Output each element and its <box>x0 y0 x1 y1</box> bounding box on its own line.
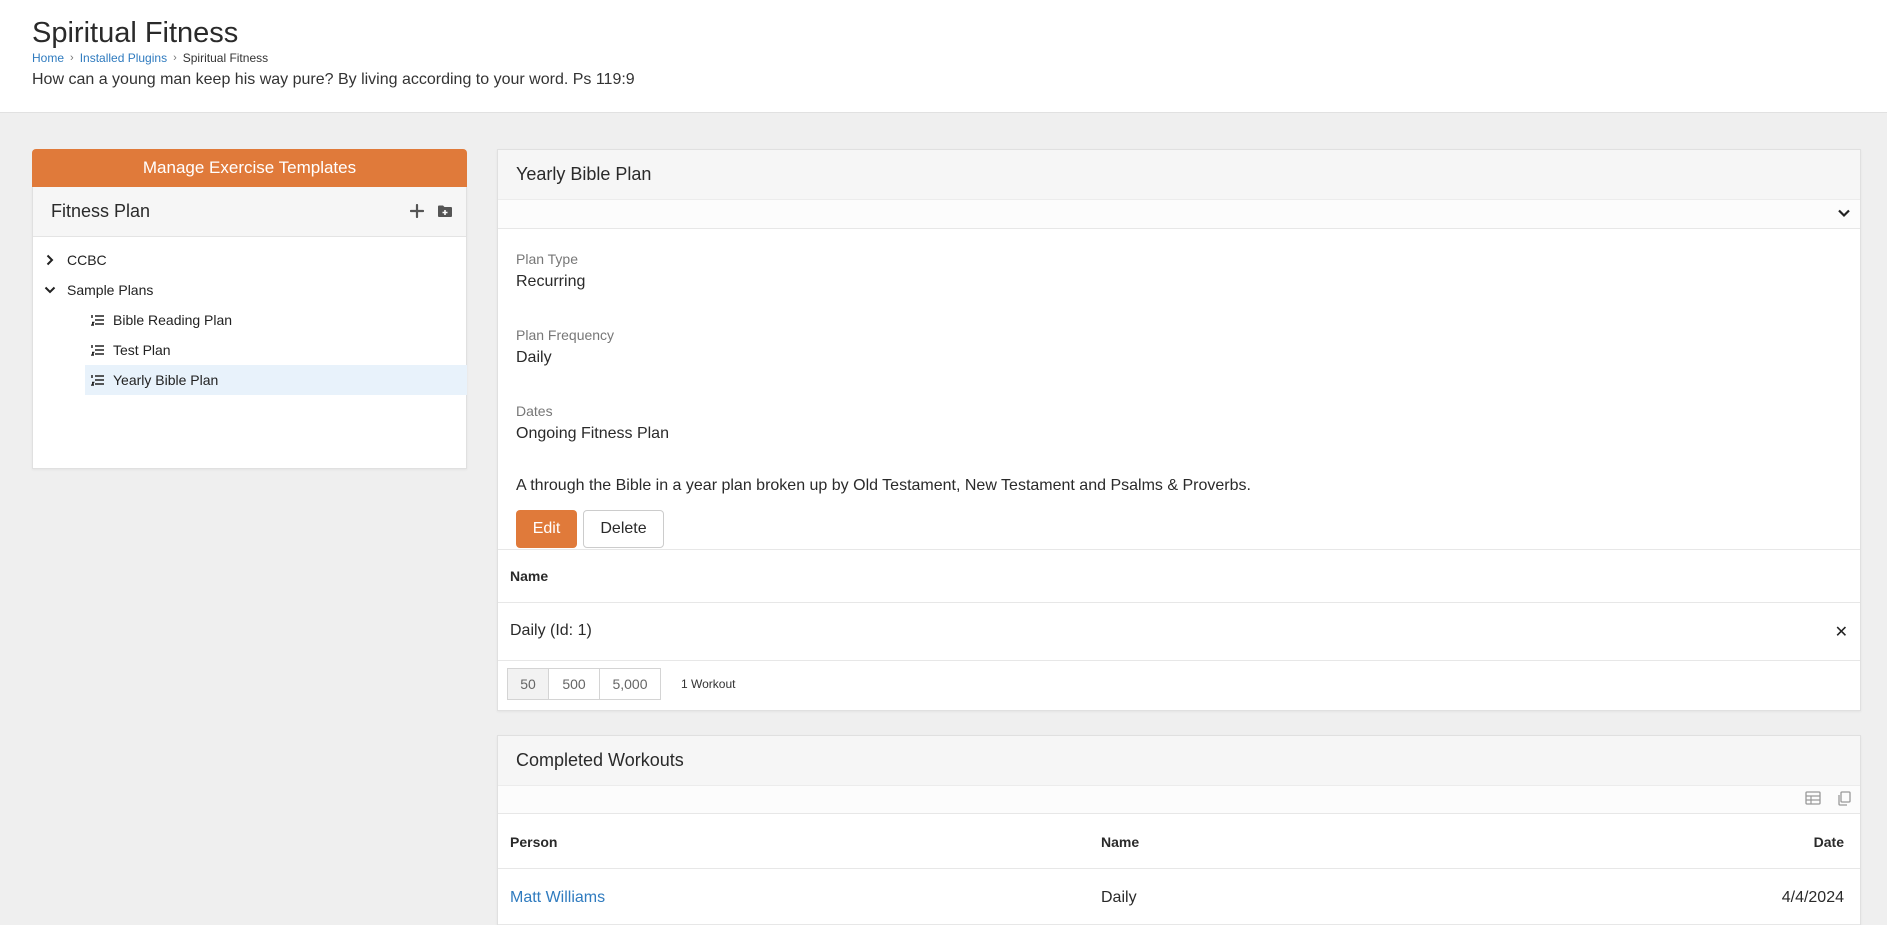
completed-workouts-grid-header: Person Name Date <box>498 814 1860 869</box>
completed-workouts-header: Completed Workouts <box>498 736 1860 786</box>
add-plan-button[interactable] <box>408 200 426 222</box>
column-header-person[interactable]: Person <box>510 834 557 850</box>
tree-item-ccbc[interactable]: CCBC <box>43 245 456 275</box>
plan-description: A through the Bible in a year plan broke… <box>516 477 1251 494</box>
dates-value: Ongoing Fitness Plan <box>516 425 669 442</box>
grid-toolbar <box>498 786 1860 814</box>
workout-name-cell: Daily (Id: 1) <box>510 622 592 639</box>
breadcrumb: Home › Installed Plugins › Spiritual Fit… <box>32 51 268 65</box>
table-icon[interactable] <box>1805 791 1821 811</box>
chevron-down-icon[interactable] <box>1836 205 1852 226</box>
completed-workouts-card: Completed Workouts Person Name Date Matt… <box>497 735 1861 925</box>
tree-item-label: CCBC <box>67 252 107 268</box>
tree-item-yearly-bible-plan[interactable]: Yearly Bible Plan <box>85 365 467 395</box>
page-description: How can a young man keep his way pure? B… <box>32 71 635 88</box>
item-count: 1 Workout <box>681 677 736 691</box>
plan-title: Yearly Bible Plan <box>516 164 652 184</box>
completed-workouts-title: Completed Workouts <box>516 750 684 770</box>
date-cell: 4/4/2024 <box>1781 889 1844 906</box>
tree-item-sample-plans[interactable]: Sample Plans <box>43 275 456 305</box>
tree-item-bible-reading-plan[interactable]: Bible Reading Plan <box>85 305 468 335</box>
manage-exercise-templates-button[interactable]: Manage Exercise Templates <box>32 149 467 187</box>
delete-button[interactable]: Delete <box>583 510 664 548</box>
page-header: Spiritual Fitness Home › Installed Plugi… <box>0 0 1887 113</box>
edit-button[interactable]: Edit <box>516 510 577 548</box>
person-link[interactable]: Matt Williams <box>510 889 605 907</box>
breadcrumb-installed-plugins[interactable]: Installed Plugins <box>80 51 167 65</box>
tree-title: Fitness Plan <box>51 201 151 221</box>
tree-item-label: Sample Plans <box>67 282 154 298</box>
page-size-selector: 50 500 5,000 <box>507 668 661 700</box>
add-category-button[interactable] <box>436 200 454 222</box>
workout-name-cell: Daily <box>1101 889 1137 906</box>
column-header-name[interactable]: Name <box>510 568 548 584</box>
list-ol-icon <box>91 374 105 386</box>
workouts-grid-header: Name <box>498 549 1860 603</box>
page-size-50[interactable]: 50 <box>507 668 549 700</box>
folder-plus-icon <box>438 205 452 217</box>
tree-item-label: Yearly Bible Plan <box>113 372 219 388</box>
tree-header: Fitness Plan <box>33 187 466 237</box>
delete-row-icon[interactable]: ✕ <box>1835 622 1848 642</box>
collapse-bar[interactable] <box>498 200 1860 229</box>
chevron-right-icon[interactable] <box>43 254 57 266</box>
tree-item-label: Bible Reading Plan <box>113 312 233 328</box>
breadcrumb-current: Spiritual Fitness <box>182 51 269 65</box>
chevron-down-icon[interactable] <box>43 286 57 294</box>
column-header-name[interactable]: Name <box>1101 834 1139 850</box>
plan-frequency-label: Plan Frequency <box>516 327 615 343</box>
copy-icon[interactable] <box>1837 791 1851 811</box>
plan-frequency-value: Daily <box>516 349 552 366</box>
breadcrumb-home[interactable]: Home <box>32 51 64 65</box>
list-ol-icon <box>91 314 105 326</box>
tree-item-label: Test Plan <box>113 342 171 358</box>
chevron-right-icon: › <box>70 52 74 64</box>
fitness-plan-tree-panel: Fitness Plan CCBC Sample Plans Bible Rea… <box>32 187 467 469</box>
dates-label: Dates <box>516 403 553 419</box>
chevron-right-icon: › <box>173 52 177 64</box>
list-ol-icon <box>91 344 105 356</box>
plan-detail-card: Yearly Bible Plan Plan Type Recurring Pl… <box>497 149 1861 711</box>
page-size-5000[interactable]: 5,000 <box>599 668 661 700</box>
column-header-date[interactable]: Date <box>1814 834 1844 850</box>
page-title: Spiritual Fitness <box>32 17 239 49</box>
tree-item-test-plan[interactable]: Test Plan <box>85 335 468 365</box>
plus-icon <box>410 204 424 218</box>
plan-detail-header: Yearly Bible Plan <box>498 150 1860 200</box>
page-size-500[interactable]: 500 <box>548 668 600 700</box>
table-row[interactable]: Matt Williams Daily 4/4/2024 <box>498 869 1860 925</box>
plan-type-value: Recurring <box>516 273 586 290</box>
plan-type-label: Plan Type <box>516 251 579 267</box>
table-row[interactable]: Daily (Id: 1) ✕ <box>498 603 1860 661</box>
